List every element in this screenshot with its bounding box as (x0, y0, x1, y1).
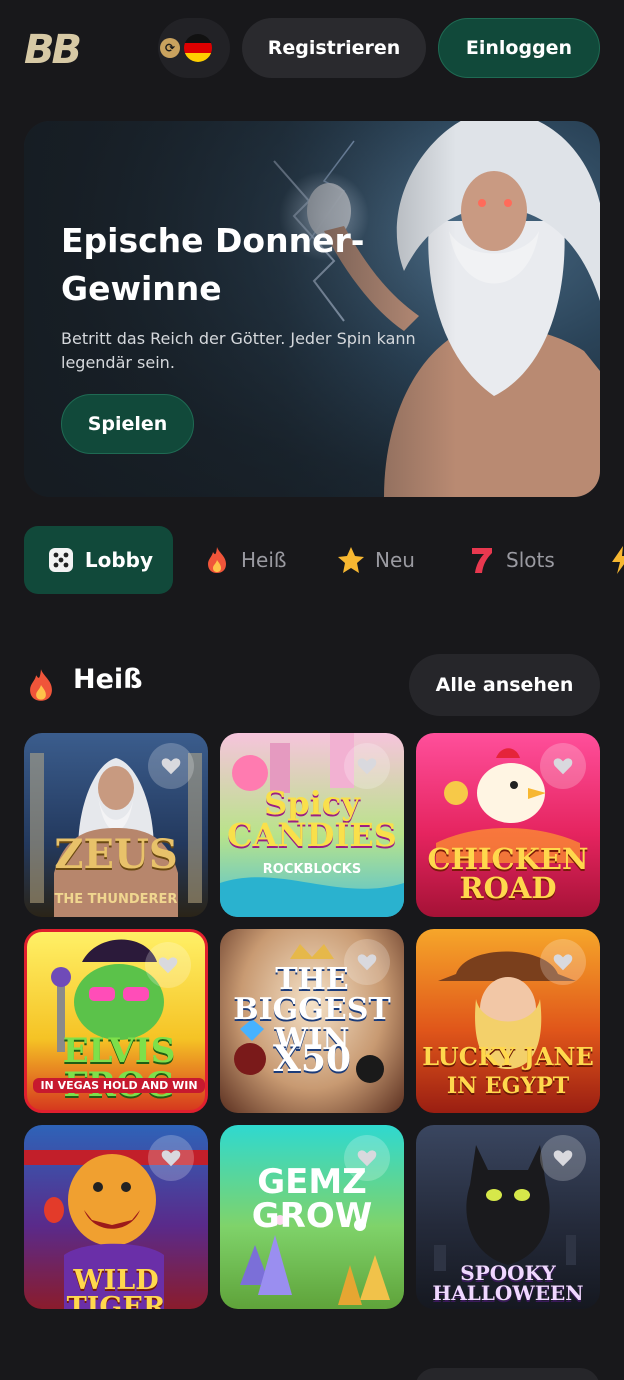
play-button[interactable]: Spielen (61, 394, 194, 454)
category-tabs: Lobby Heiß Neu Slots (0, 526, 624, 596)
game-subtitle: THE THUNDERER (54, 892, 178, 907)
lightning-icon (606, 545, 624, 575)
star-icon (336, 545, 366, 575)
fire-icon (202, 545, 232, 575)
tab-more[interactable] (606, 526, 624, 594)
dice-icon (46, 545, 76, 575)
heart-icon (161, 758, 181, 775)
hero-banner[interactable]: Epische Donner-Gewinne Betritt das Reich… (24, 121, 600, 497)
game-subtitle: IN VEGAS HOLD AND WIN (33, 1078, 205, 1093)
language-selector[interactable]: ⟳ (158, 18, 230, 78)
game-title: SPOOKY HALLOWEEN (432, 1261, 584, 1305)
game-card-gemz-grow[interactable]: GEMZ GROW (220, 1125, 404, 1309)
tab-label: Lobby (84, 548, 153, 572)
game-card-chicken-road[interactable]: CHICKEN ROAD (416, 733, 600, 917)
hot-section-header: Heiß Alle ansehen (24, 654, 600, 716)
swap-icon: ⟳ (160, 38, 180, 58)
tab-lobby[interactable]: Lobby (24, 526, 173, 594)
heart-icon (553, 954, 573, 971)
game-card-spicy-candies[interactable]: Spicy CANDIES ROCKBLOCKS (220, 733, 404, 917)
game-title: Spicy CANDIES (227, 784, 397, 854)
game-subtitle: IN EGYPT (446, 1073, 570, 1099)
heart-icon (158, 957, 178, 974)
tab-new[interactable]: Neu (336, 526, 415, 594)
tab-label: Slots (506, 548, 555, 572)
game-title: LUCKY JANE (422, 1042, 594, 1071)
favorite-button[interactable] (344, 743, 390, 789)
favorite-button[interactable] (148, 1135, 194, 1181)
game-title: ZEUS (54, 831, 178, 878)
fire-icon (24, 668, 58, 702)
germany-flag-icon (184, 34, 212, 62)
game-title: WILD TIGER (66, 1265, 166, 1309)
register-button[interactable]: Registrieren (242, 18, 426, 78)
heart-icon (357, 954, 377, 971)
tab-slots[interactable]: Slots (467, 526, 555, 594)
game-card-wild-tiger[interactable]: WILD TIGER (24, 1125, 208, 1309)
favorite-button[interactable] (540, 743, 586, 789)
heart-icon (553, 758, 573, 775)
tab-label: Heiß (241, 548, 287, 572)
game-card-biggest-win[interactable]: THE BIGGEST WIN X50 (220, 929, 404, 1113)
hero-subtitle: Betritt das Reich der Götter. Jeder Spin… (61, 329, 416, 372)
heart-icon (553, 1150, 573, 1167)
game-card-lucky-jane[interactable]: LUCKY JANE IN EGYPT (416, 929, 600, 1113)
game-card-elvis-frog[interactable]: ELVIS FROG IN VEGAS HOLD AND WIN (24, 929, 208, 1113)
game-card-zeus[interactable]: ZEUS THE THUNDERER (24, 733, 208, 917)
game-subtitle: X50 (272, 1038, 352, 1080)
next-section-button[interactable] (415, 1368, 600, 1380)
heart-icon (357, 1150, 377, 1167)
hero-title: Epische Donner-Gewinne (61, 221, 365, 308)
seven-icon (467, 545, 497, 575)
see-all-button[interactable]: Alle ansehen (409, 654, 600, 716)
game-subtitle: ROCKBLOCKS (262, 862, 362, 877)
favorite-button[interactable] (344, 1135, 390, 1181)
game-title: CHICKEN ROAD (427, 842, 589, 905)
favorite-button[interactable] (145, 942, 191, 988)
game-card-spooky-halloween[interactable]: SPOOKY HALLOWEEN (416, 1125, 600, 1309)
heart-icon (357, 758, 377, 775)
favorite-button[interactable] (540, 1135, 586, 1181)
favorite-button[interactable] (344, 939, 390, 985)
favorite-button[interactable] (148, 743, 194, 789)
favorite-button[interactable] (540, 939, 586, 985)
section-title: Heiß (73, 664, 143, 695)
heart-icon (161, 1150, 181, 1167)
tab-hot[interactable]: Heiß (202, 526, 287, 594)
login-button[interactable]: Einloggen (438, 18, 600, 78)
brand-logo[interactable]: BB (24, 26, 88, 73)
tab-label: Neu (375, 548, 415, 572)
top-header: BB ⟳ Registrieren Einloggen (0, 0, 624, 96)
svg-text:BB: BB (24, 27, 79, 70)
